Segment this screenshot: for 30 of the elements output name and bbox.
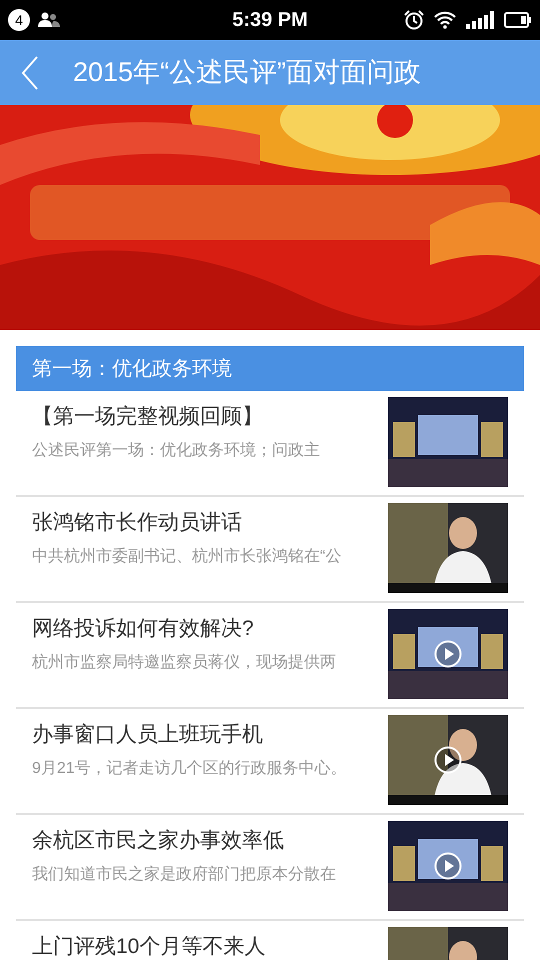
section-title: 第一场：优化政务环境 [32, 356, 232, 382]
play-icon[interactable] [434, 746, 462, 774]
signal-icon [466, 11, 494, 29]
alarm-icon [404, 10, 424, 30]
item-summary: 公述民评第一场：优化政务环境；问政主 [32, 440, 321, 460]
battery-icon [504, 12, 532, 28]
notification-count: 4 [8, 9, 30, 31]
item-title: 【第一场完整视频回顾】 [32, 404, 264, 430]
item-title: 张鸿铭市长作动员讲话 [32, 510, 243, 536]
clock-time: 5:39 PM [232, 8, 308, 33]
wifi-icon [434, 11, 456, 29]
item-summary: 中共杭州市委副书记、杭州市长张鸿铭在“公 [32, 546, 342, 566]
item-summary: 9月21号，记者走访几个区的行政服务中心。 [32, 758, 348, 778]
item-title: 网络投诉如何有效解决? [32, 616, 255, 642]
news-item[interactable]: 【第一场完整视频回顾】 公述民评第一场：优化政务环境；问政主 [16, 391, 524, 497]
page-title: 2015年“公述民评”面对面问政 [73, 56, 422, 90]
play-icon[interactable] [434, 640, 462, 668]
play-icon[interactable] [434, 852, 462, 880]
item-summary: 我们知道市民之家是政府部门把原本分散在 [32, 864, 337, 884]
news-item[interactable]: 余杭区市民之家办事效率低 我们知道市民之家是政府部门把原本分散在 [16, 815, 524, 921]
item-title: 办事窗口人员上班玩手机 [32, 722, 264, 748]
contacts-icon [38, 12, 60, 28]
item-summary: 杭州市监察局特邀监察员蒋仪，现场提供两 [32, 652, 337, 672]
news-item[interactable]: 网络投诉如何有效解决? 杭州市监察局特邀监察员蒋仪，现场提供两 [16, 603, 524, 709]
news-item[interactable]: 办事窗口人员上班玩手机 9月21号，记者走访几个区的行政服务中心。 [16, 709, 524, 815]
news-item[interactable]: 张鸿铭市长作动员讲话 中共杭州市委副书记、杭州市长张鸿铭在“公 [16, 497, 524, 603]
news-item[interactable]: 上门评残10个月等不来人 [16, 921, 524, 960]
back-icon [21, 56, 39, 90]
item-title: 余杭区市民之家办事效率低 [32, 828, 285, 854]
item-title: 上门评残10个月等不来人 [32, 934, 266, 960]
